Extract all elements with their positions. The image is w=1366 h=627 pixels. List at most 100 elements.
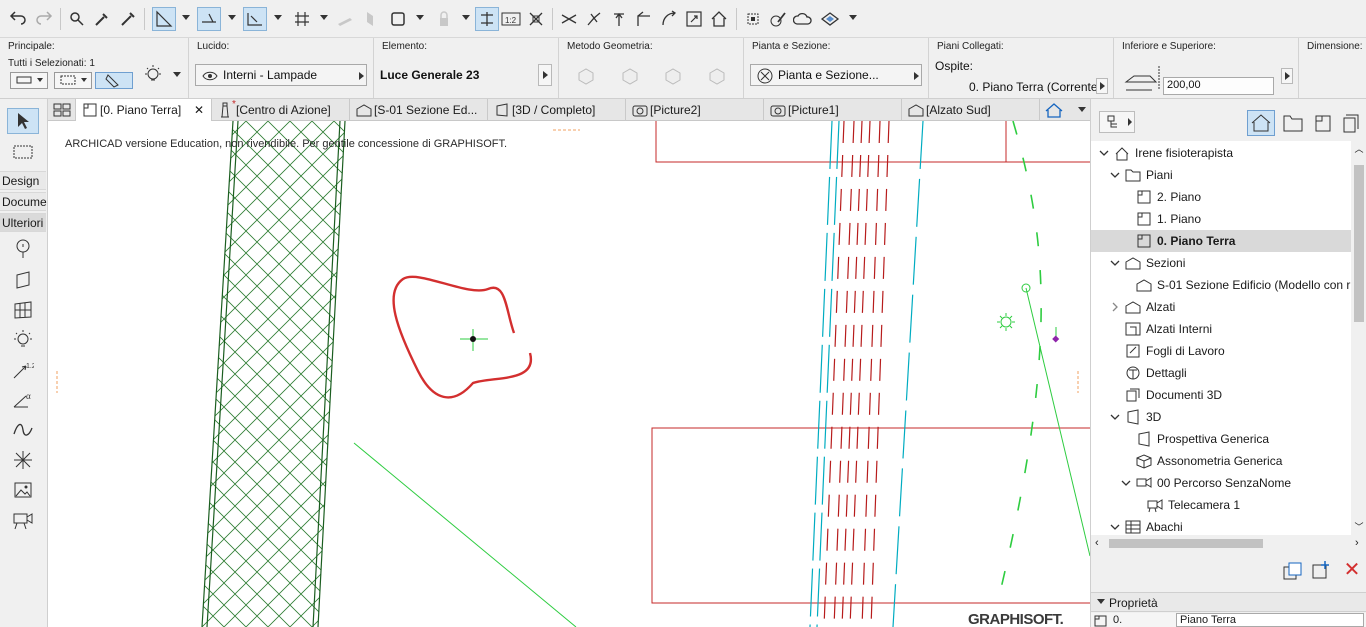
properties-header[interactable]: Proprietà <box>1091 592 1366 612</box>
tab-centro-azione[interactable]: * [Centro di Azione] <box>212 99 350 121</box>
guide-lines-icon[interactable] <box>152 7 176 31</box>
tree-item[interactable]: Assonometria Generica <box>1091 450 1351 472</box>
scroll-up-icon[interactable]: ︿ <box>1354 144 1364 154</box>
tree-item[interactable]: 3D <box>1091 406 1351 428</box>
navigator-options-icon[interactable] <box>1099 111 1135 133</box>
tree-item[interactable]: Fogli di Lavoro <box>1091 340 1351 362</box>
tab-piano-terra[interactable]: [0. Piano Terra] ✕ <box>76 99 212 121</box>
tab-picture1[interactable]: [Picture1] <box>764 99 902 121</box>
light-tool-icon[interactable] <box>7 327 39 353</box>
chevron-down-icon[interactable] <box>1099 148 1109 158</box>
tree-item[interactable]: Telecamera 1 <box>1091 494 1351 516</box>
chevron-down-icon[interactable] <box>1110 412 1120 422</box>
documenti-category[interactable]: Docume <box>0 192 47 211</box>
lamp-icon[interactable] <box>142 64 164 86</box>
chevron-down-icon[interactable] <box>1110 258 1120 268</box>
arrow-tool-icon[interactable] <box>7 108 39 134</box>
tab-sezione[interactable]: [S-01 Sezione Ed... <box>350 99 488 121</box>
layer-dropdown[interactable]: Interni - Lampade <box>195 64 367 86</box>
chevron-down-icon[interactable] <box>1110 522 1120 532</box>
marquee-selector-icon[interactable] <box>54 72 92 89</box>
scroll-down-icon[interactable]: ﹀ <box>1354 522 1364 532</box>
design-category[interactable]: Design <box>0 171 46 190</box>
marquee-tool-icon[interactable] <box>7 139 39 165</box>
layer-icon[interactable] <box>432 7 456 31</box>
fillet-icon[interactable] <box>607 7 631 31</box>
tab-3d[interactable]: [3D / Completo] <box>488 99 626 121</box>
wall-tool-icon[interactable] <box>7 267 39 293</box>
curtain-wall-tool-icon[interactable] <box>7 297 39 323</box>
favorites-icon[interactable] <box>818 7 842 31</box>
hotspot-tool-icon[interactable] <box>7 447 39 473</box>
new-folder-icon[interactable] <box>1310 559 1332 581</box>
geometry-slant-icon[interactable] <box>663 67 683 85</box>
collapse-caret-icon[interactable] <box>1097 599 1105 604</box>
view-map-icon[interactable] <box>1281 112 1305 136</box>
height-input[interactable]: 200,00 <box>1163 77 1274 95</box>
picture-tool-icon[interactable] <box>7 477 39 503</box>
delete-icon[interactable]: ✕ <box>1341 559 1363 581</box>
scroll-right-icon[interactable]: › <box>1355 537 1359 549</box>
magnet-toggle-icon[interactable] <box>95 72 133 89</box>
element-id-value[interactable]: Luce Generale 23 <box>380 68 479 82</box>
chevron-right-icon[interactable] <box>1110 302 1120 312</box>
tree-item[interactable]: Sezioni <box>1091 252 1351 274</box>
tree-item[interactable]: 2. Piano <box>1091 186 1351 208</box>
horizontal-scroll-thumb[interactable] <box>1109 539 1263 548</box>
tree-item[interactable]: Prospettiva Generica <box>1091 428 1351 450</box>
ulteriori-category[interactable]: Ulteriori <box>0 213 46 232</box>
tree-item[interactable]: Irene fisioterapista <box>1091 142 1351 164</box>
element-id-arrow[interactable] <box>538 64 552 86</box>
tree-horizontal-scrollbar[interactable]: ‹ › <box>1091 535 1366 551</box>
layout-book-icon[interactable] <box>1311 112 1335 136</box>
trim-icon[interactable] <box>557 7 581 31</box>
eyedropper-icon[interactable] <box>90 7 114 31</box>
height-arrow[interactable] <box>1281 68 1293 84</box>
tree-item[interactable]: Documenti 3D <box>1091 384 1351 406</box>
geometry-prism-icon[interactable] <box>620 67 640 85</box>
camera-tool-icon[interactable] <box>7 507 39 533</box>
publisher-sets-icon[interactable] <box>1339 112 1363 136</box>
chevron-down-icon[interactable] <box>1121 478 1131 488</box>
geometry-box-icon[interactable] <box>707 67 727 85</box>
snap-points-icon[interactable] <box>243 7 267 31</box>
ospite-value[interactable]: 0. Piano Terra (Corrente) <box>969 80 1102 94</box>
grid-snap-icon[interactable] <box>290 7 314 31</box>
vertical-scroll-thumb[interactable] <box>1354 165 1364 322</box>
tab-list-icon[interactable] <box>1042 101 1072 119</box>
tree-item[interactable]: S-01 Sezione Edificio (Modello con rico <box>1091 274 1351 296</box>
close-tab-icon[interactable]: ✕ <box>194 103 204 117</box>
group-icon[interactable] <box>741 7 765 31</box>
find-select-icon[interactable] <box>65 7 89 31</box>
tree-item[interactable]: Alzati <box>1091 296 1351 318</box>
tab-overview-icon[interactable] <box>48 99 76 121</box>
angle-dimension-tool-icon[interactable]: α <box>7 387 39 413</box>
edit-pen-icon[interactable] <box>766 7 790 31</box>
drawing-canvas[interactable]: ARCHICAD versione Education, non rivendi… <box>48 121 1090 627</box>
split-icon[interactable] <box>582 7 606 31</box>
floor-plan-settings-button[interactable]: Pianta e Sezione... <box>750 64 922 86</box>
snap-guides-icon[interactable] <box>197 7 221 31</box>
properties-name-field[interactable]: Piano Terra <box>1176 613 1364 627</box>
layout-selector-icon[interactable] <box>10 72 48 89</box>
chevron-down-icon[interactable] <box>1110 170 1120 180</box>
syringe-icon[interactable] <box>116 7 140 31</box>
tree-item[interactable]: Alzati Interni <box>1091 318 1351 340</box>
ospite-arrow[interactable] <box>1096 78 1108 94</box>
tab-picture2[interactable]: [Picture2] <box>626 99 764 121</box>
tree-item[interactable]: 00 Percorso SenzaNome <box>1091 472 1351 494</box>
resize-icon[interactable]: 1:2 <box>499 7 523 31</box>
adjust-icon[interactable] <box>358 7 382 31</box>
tree-item[interactable]: Dettagli <box>1091 362 1351 384</box>
intersect-icon[interactable] <box>524 7 548 31</box>
project-map-icon[interactable] <box>1247 110 1275 136</box>
redo-icon[interactable] <box>32 7 56 31</box>
tab-alzato-sud[interactable]: [Alzato Sud] <box>902 99 1040 121</box>
tree-item[interactable]: Abachi <box>1091 516 1351 535</box>
3d-cursor-icon[interactable] <box>475 7 499 31</box>
rotate-icon[interactable] <box>657 7 681 31</box>
adjust-elements-icon[interactable] <box>632 7 656 31</box>
lamp-tool-icon[interactable] <box>7 236 39 262</box>
cloud-icon[interactable] <box>791 7 815 31</box>
dimension-tool-icon[interactable]: 1.2 <box>7 357 39 383</box>
